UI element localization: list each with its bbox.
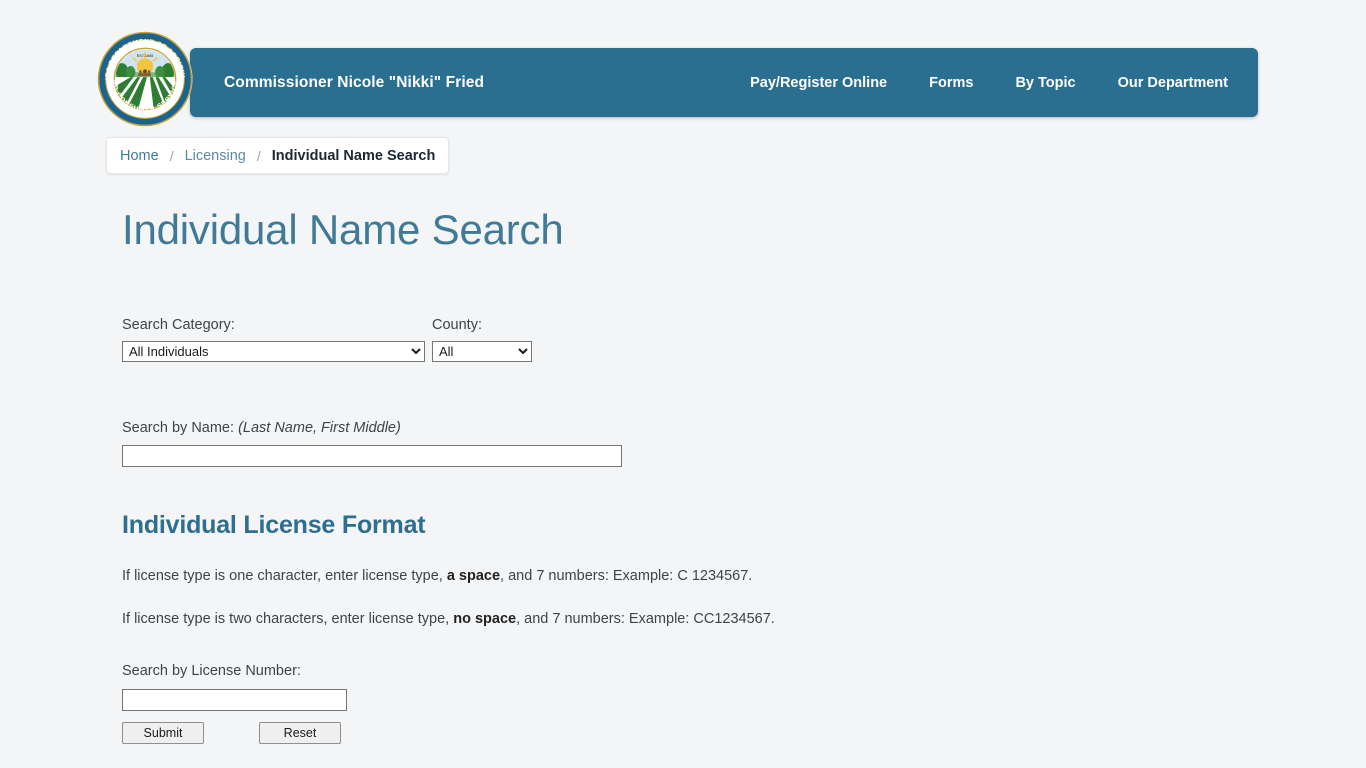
license-format-line-one-bold: a space bbox=[446, 568, 501, 585]
license-format-line-two-part-b: , and 7 numbers: Example: CC1234567. bbox=[516, 611, 775, 628]
breadcrumb-separator: / bbox=[256, 147, 261, 164]
search-by-license-group: Search by License Number: bbox=[122, 662, 1272, 712]
county-group: County: All bbox=[432, 317, 532, 363]
search-category-label: Search Category: bbox=[122, 317, 235, 334]
nav-item-forms[interactable]: Forms bbox=[929, 75, 973, 91]
license-format-line-two-bold: no space bbox=[453, 611, 517, 628]
search-by-license-label: Search by License Number: bbox=[122, 663, 301, 680]
page-title: Individual Name Search bbox=[122, 206, 564, 253]
submit-button[interactable]: Submit bbox=[122, 722, 204, 745]
license-format-line-one-part-a: If license type is one character, enter … bbox=[122, 568, 447, 585]
search-by-name-group: Search by Name: (Last Name, First Middle… bbox=[122, 420, 1272, 468]
license-format-line-one-part-b: , and 7 numbers: Example: C 1234567. bbox=[500, 568, 753, 585]
search-by-name-input[interactable] bbox=[122, 445, 622, 468]
license-format-line-one: If license type is one character, enter … bbox=[122, 566, 1272, 587]
category-county-row: Search Category: All Individuals County:… bbox=[122, 317, 1272, 363]
nav-links: Pay/Register Online Forms By Topic Our D… bbox=[750, 75, 1258, 91]
search-category-select[interactable]: All Individuals bbox=[122, 341, 425, 363]
county-select[interactable]: All bbox=[432, 341, 532, 363]
breadcrumb: Home / Licensing / Individual Name Searc… bbox=[106, 137, 450, 174]
breadcrumb-separator: / bbox=[169, 147, 174, 164]
reset-button[interactable]: Reset bbox=[259, 722, 341, 745]
license-format-line-two: If license type is two characters, enter… bbox=[122, 609, 1272, 630]
search-by-license-input[interactable] bbox=[122, 689, 347, 712]
breadcrumb-item-licensing[interactable]: Licensing bbox=[185, 148, 246, 164]
search-by-name-label: Search by Name: (Last Name, First Middle… bbox=[122, 420, 1272, 436]
breadcrumb-item-current: Individual Name Search bbox=[271, 147, 436, 164]
license-format-line-two-part-a: If license type is two characters, enter… bbox=[122, 611, 454, 628]
nav-item-pay-register-online[interactable]: Pay/Register Online bbox=[750, 75, 887, 91]
nav-item-by-topic[interactable]: By Topic bbox=[1015, 75, 1075, 91]
commissioner-name: Commissioner Nicole "Nikki" Fried bbox=[224, 73, 485, 91]
main-navigation-bar: Commissioner Nicole "Nikki" Fried Pay/Re… bbox=[190, 48, 1258, 117]
search-category-group: Search Category: All Individuals bbox=[122, 317, 432, 363]
florida-dept-agriculture-seal-icon[interactable]: FLORIDA DEPARTMENT OF AGRICULTURE AND CO… bbox=[97, 31, 193, 127]
svg-text:EST.1868: EST.1868 bbox=[137, 54, 154, 58]
main-content: Individual Name Search Search Category: … bbox=[122, 205, 1272, 745]
nav-item-our-department[interactable]: Our Department bbox=[1118, 75, 1228, 91]
search-by-name-hint: (Last Name, First Middle) bbox=[238, 420, 401, 437]
breadcrumb-item-home[interactable]: Home bbox=[120, 148, 159, 164]
license-format-heading: Individual License Format bbox=[122, 511, 426, 540]
form-button-row: Submit Reset bbox=[122, 722, 1272, 745]
search-by-name-label-text: Search by Name: bbox=[122, 420, 235, 437]
county-label: County: bbox=[432, 317, 482, 334]
site-header: Commissioner Nicole "Nikki" Fried Pay/Re… bbox=[0, 0, 1366, 130]
